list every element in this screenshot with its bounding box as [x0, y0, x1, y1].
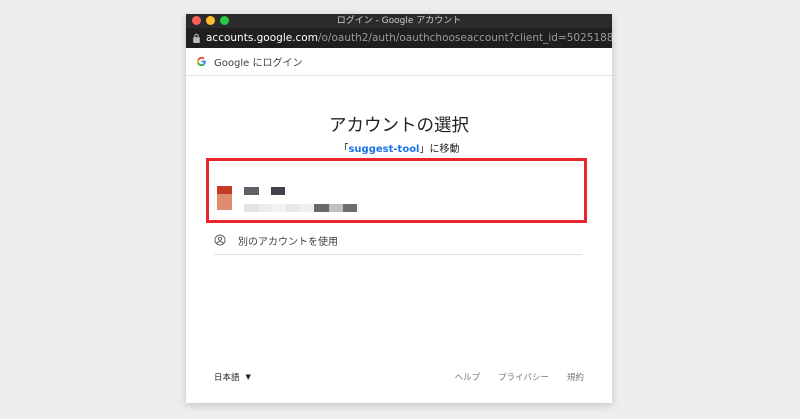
language-label: 日本語	[214, 373, 240, 383]
page-title: アカウントの選択	[329, 116, 469, 136]
browser-window: ログイン - Google アカウント accounts.google.com /…	[186, 14, 612, 403]
lock-icon	[193, 33, 200, 43]
continue-prefix: 「	[338, 144, 349, 155]
use-another-account-label: 別のアカウントを使用	[238, 236, 338, 248]
address-bar[interactable]: accounts.google.com/o/oauth2/auth/oauthc…	[186, 28, 612, 48]
window-controls	[192, 16, 229, 25]
account-name-redacted	[244, 187, 285, 195]
close-window-button[interactable]	[192, 16, 201, 25]
title-bar: ログイン - Google アカウント	[186, 14, 612, 28]
caret-down-icon: ▼	[245, 373, 251, 381]
continue-suffix: 」に移動	[419, 144, 460, 155]
person-circle-icon	[214, 234, 226, 246]
google-logo-icon	[196, 56, 206, 67]
terms-link[interactable]: 規約	[567, 371, 584, 383]
header-text: Google にログイン	[214, 58, 303, 69]
footer-links: ヘルプ プライバシー 規約	[455, 371, 584, 383]
account-option[interactable]	[206, 158, 587, 223]
divider	[214, 254, 582, 255]
use-another-account-button[interactable]: 別のアカウントを使用	[214, 226, 582, 254]
minimize-window-button[interactable]	[206, 16, 215, 25]
url-path: /o/oauth2/auth/oauthchooseaccount?client…	[317, 32, 612, 44]
footer: 日本語 ▼ ヘルプ プライバシー 規約	[214, 371, 584, 383]
avatar	[217, 186, 232, 210]
app-name-link[interactable]: suggest-tool	[348, 144, 419, 155]
account-email-redacted	[244, 204, 357, 212]
window-title: ログイン - Google アカウント	[336, 16, 462, 26]
url-host: accounts.google.com	[206, 32, 318, 44]
help-link[interactable]: ヘルプ	[455, 371, 481, 383]
language-selector[interactable]: 日本語 ▼	[214, 371, 251, 383]
maximize-window-button[interactable]	[220, 16, 229, 25]
continue-to-line: 「suggest-tool」に移動	[186, 140, 612, 155]
privacy-link[interactable]: プライバシー	[498, 371, 549, 383]
google-signin-header: Google にログイン	[186, 48, 612, 76]
